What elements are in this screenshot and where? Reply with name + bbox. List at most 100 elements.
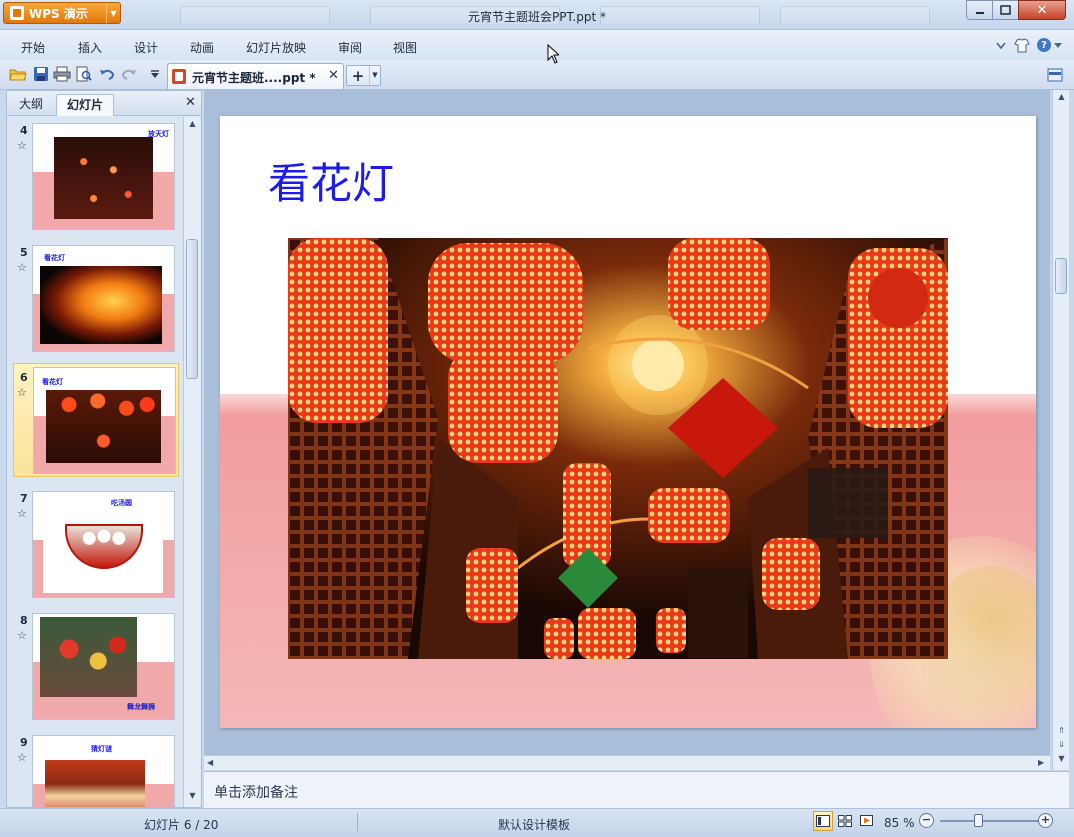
slide-number: 8 — [20, 614, 28, 627]
slide-sorter-icon — [838, 815, 852, 827]
new-tab-button[interactable]: + ▼ — [346, 65, 381, 86]
tab-outline[interactable]: 大纲 — [9, 94, 53, 116]
slide-thumbnail-selected[interactable]: 6 ☆ 看花灯 — [13, 363, 179, 477]
slide-title[interactable]: 看花灯 — [268, 150, 394, 211]
skin-shirt-icon[interactable] — [1014, 38, 1030, 53]
zoom-level: 85 % — [884, 816, 915, 830]
scroll-left-icon[interactable]: ◀ — [207, 758, 213, 767]
restore-icon — [1000, 5, 1011, 15]
slide-scrollbar[interactable]: ▲ ⇑ ⇓ ▼ — [1052, 90, 1069, 770]
slide-preview: 舞龙舞狮 — [32, 613, 175, 720]
undo-icon[interactable] — [98, 65, 116, 83]
menu-review[interactable]: 审阅 — [338, 39, 362, 56]
thumbnail-scrollbar[interactable]: ▲ ▼ — [183, 117, 200, 807]
scrollbar-thumb[interactable] — [186, 239, 198, 379]
slide-thumbnail[interactable]: 9 ☆ 猜灯谜 — [7, 729, 183, 807]
slide-thumbnail-list: 4 ☆ 放天灯 5 ☆ 看花灯 6 ☆ 看花灯 7 ☆ 吃汤圆 8 ☆ 舞龙舞狮… — [7, 117, 183, 807]
help-chevron-icon[interactable] — [1054, 43, 1062, 49]
menu-bar: 开始 插入 设计 动画 幻灯片放映 审阅 视图 — [0, 30, 1074, 60]
print-preview-icon[interactable] — [75, 65, 93, 83]
animation-star-icon: ☆ — [17, 139, 27, 152]
close-window-button[interactable]: ✕ — [1018, 0, 1066, 20]
menu-insert[interactable]: 插入 — [78, 39, 102, 56]
scroll-up-icon[interactable]: ▲ — [184, 119, 201, 133]
slide-thumbnail[interactable]: 8 ☆ 舞龙舞狮 — [7, 607, 183, 721]
print-icon[interactable] — [53, 65, 71, 83]
tab-slides[interactable]: 幻灯片 — [56, 94, 115, 116]
scroll-down-icon[interactable]: ▼ — [184, 791, 201, 805]
scroll-down-icon[interactable]: ▼ — [1053, 754, 1070, 768]
minimize-button[interactable] — [966, 0, 993, 20]
close-tab-icon[interactable]: ✕ — [328, 68, 339, 83]
slide-number: 5 — [20, 246, 28, 259]
menu-design[interactable]: 设计 — [134, 39, 158, 56]
slideshow-play-icon — [860, 814, 873, 826]
slide-number: 6 — [20, 371, 28, 384]
slide-thumbnail-title: 放天灯 — [148, 130, 169, 138]
slide-sorter-view-button[interactable] — [835, 811, 855, 831]
open-folder-icon[interactable] — [9, 65, 27, 83]
slide-counter: 幻灯片 6 / 20 — [144, 818, 219, 832]
menu-home[interactable]: 开始 — [21, 39, 45, 56]
zoom-slider-handle[interactable] — [974, 814, 983, 827]
slide-preview: 看花灯 — [33, 367, 176, 474]
slide-thumbnail[interactable]: 5 ☆ 看花灯 — [7, 239, 183, 353]
slideshow-view-button[interactable] — [857, 811, 877, 831]
slide-thumbnail-title: 猜灯谜 — [91, 745, 112, 753]
plus-icon: + — [351, 66, 365, 85]
animation-star-icon: ☆ — [17, 261, 27, 274]
horizontal-scrollbar[interactable]: ◀ ▶ — [204, 755, 1050, 770]
scrollbar-thumb[interactable] — [1055, 258, 1067, 294]
ribbon-collapse-chevron-icon[interactable] — [996, 42, 1006, 50]
notes-placeholder[interactable]: 单击添加备注 — [214, 782, 298, 802]
scroll-up-icon[interactable]: ▲ — [1053, 92, 1070, 106]
current-slide[interactable]: 看花灯 — [220, 116, 1036, 728]
toolbar-customize-dropdown-icon[interactable] — [146, 65, 164, 83]
slide-preview: 放天灯 — [32, 123, 175, 230]
slide-editing-area: 看花灯 — [204, 90, 1050, 770]
zoom-out-icon[interactable]: − — [919, 813, 934, 828]
status-bar: 幻灯片 6 / 20 默认设计模板 85 % − + — [0, 808, 1074, 837]
slide-number: 9 — [20, 736, 28, 749]
slide-thumbnail-title: 看花灯 — [42, 378, 63, 386]
maximize-button[interactable] — [992, 0, 1019, 20]
window-layout-icon[interactable] — [1047, 68, 1063, 82]
menu-animation[interactable]: 动画 — [190, 39, 214, 56]
close-panel-icon[interactable]: ✕ — [185, 95, 196, 110]
slide-number: 7 — [20, 492, 28, 505]
save-icon[interactable] — [32, 65, 50, 83]
lantern-photo[interactable] — [288, 238, 948, 659]
document-tab[interactable]: 元宵节主题班....ppt * ✕ — [167, 63, 344, 89]
zoom-slider-track[interactable] — [940, 820, 1040, 822]
slide-preview: 看花灯 — [32, 245, 175, 352]
panel-tabs: 大纲 幻灯片 ✕ — [7, 91, 201, 116]
next-slide-icon[interactable]: ⇓ — [1053, 740, 1070, 754]
animation-star-icon: ☆ — [17, 507, 27, 520]
slide-preview: 吃汤圆 — [32, 491, 175, 598]
scroll-right-icon[interactable]: ▶ — [1038, 758, 1044, 767]
animation-star-icon: ☆ — [17, 386, 27, 399]
slide-thumbnail[interactable]: 7 ☆ 吃汤圆 — [7, 485, 183, 599]
notes-pane[interactable]: 单击添加备注 — [204, 771, 1069, 808]
slide-thumbnail-title: 舞龙舞狮 — [127, 703, 155, 711]
document-tab-label: 元宵节主题班....ppt * — [192, 71, 316, 85]
slide-preview: 猜灯谜 — [32, 735, 175, 807]
normal-view-icon — [816, 815, 830, 827]
menu-view[interactable]: 视图 — [393, 39, 417, 56]
zoom-in-icon[interactable]: + — [1038, 813, 1053, 828]
help-icon[interactable]: ? — [1037, 38, 1051, 52]
slide-thumbnail-title: 看花灯 — [44, 254, 65, 262]
slide-thumbnail-title: 吃汤圆 — [111, 499, 132, 507]
slide-thumbnail[interactable]: 4 ☆ 放天灯 — [7, 117, 183, 231]
design-template-name: 默认设计模板 — [498, 818, 571, 832]
window-title: 元宵节主题班会PPT.ppt * — [468, 10, 606, 24]
menu-slideshow[interactable]: 幻灯片放映 — [246, 39, 306, 56]
previous-slide-icon[interactable]: ⇑ — [1053, 726, 1070, 740]
slide-number: 4 — [20, 124, 28, 137]
normal-view-button[interactable] — [813, 811, 833, 831]
title-bar: WPS 演示 ▼ 元宵节主题班会PPT.ppt * ✕ — [0, 0, 1074, 30]
chevron-down-icon[interactable]: ▼ — [369, 66, 380, 85]
mouse-cursor-icon — [547, 44, 559, 64]
slides-panel: 大纲 幻灯片 ✕ 4 ☆ 放天灯 5 ☆ 看花灯 6 ☆ 看花灯 7 ☆ 吃汤圆… — [6, 90, 202, 808]
redo-icon[interactable] — [120, 65, 138, 83]
